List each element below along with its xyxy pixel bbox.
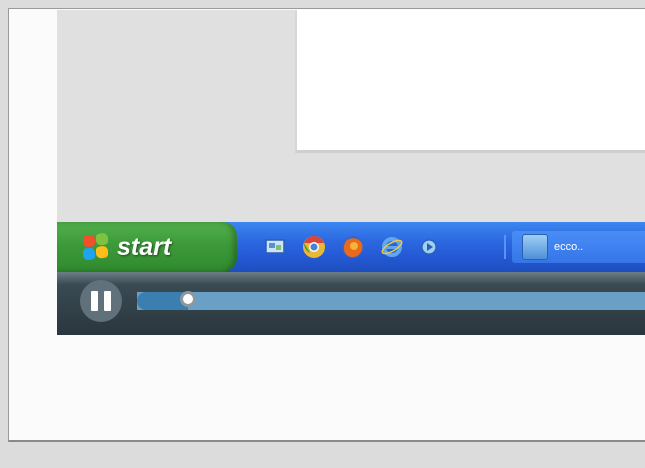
desktop-background	[57, 10, 645, 222]
quick-launch-bar	[262, 222, 444, 272]
seek-handle[interactable]	[180, 291, 196, 307]
internet-explorer-icon[interactable]	[379, 234, 405, 260]
player-controls	[57, 272, 645, 335]
application-icon	[522, 234, 548, 260]
video-player[interactable]: start ecco..	[57, 10, 645, 335]
media-icon[interactable]	[418, 234, 444, 260]
windows-logo-icon	[83, 232, 109, 262]
show-desktop-icon[interactable]	[262, 234, 288, 260]
seek-bar[interactable]	[137, 292, 645, 310]
taskbar-task-button[interactable]: ecco..	[512, 231, 645, 263]
application-window	[295, 10, 645, 153]
taskbar: start ecco..	[57, 222, 645, 272]
chrome-icon[interactable]	[301, 234, 327, 260]
start-button[interactable]: start	[57, 222, 237, 272]
pause-icon	[91, 291, 98, 311]
pause-button[interactable]	[80, 280, 122, 322]
start-label: start	[117, 232, 172, 261]
firefox-icon[interactable]	[340, 234, 366, 260]
task-label: ecco..	[554, 241, 584, 253]
taskbar-separator	[504, 235, 506, 259]
